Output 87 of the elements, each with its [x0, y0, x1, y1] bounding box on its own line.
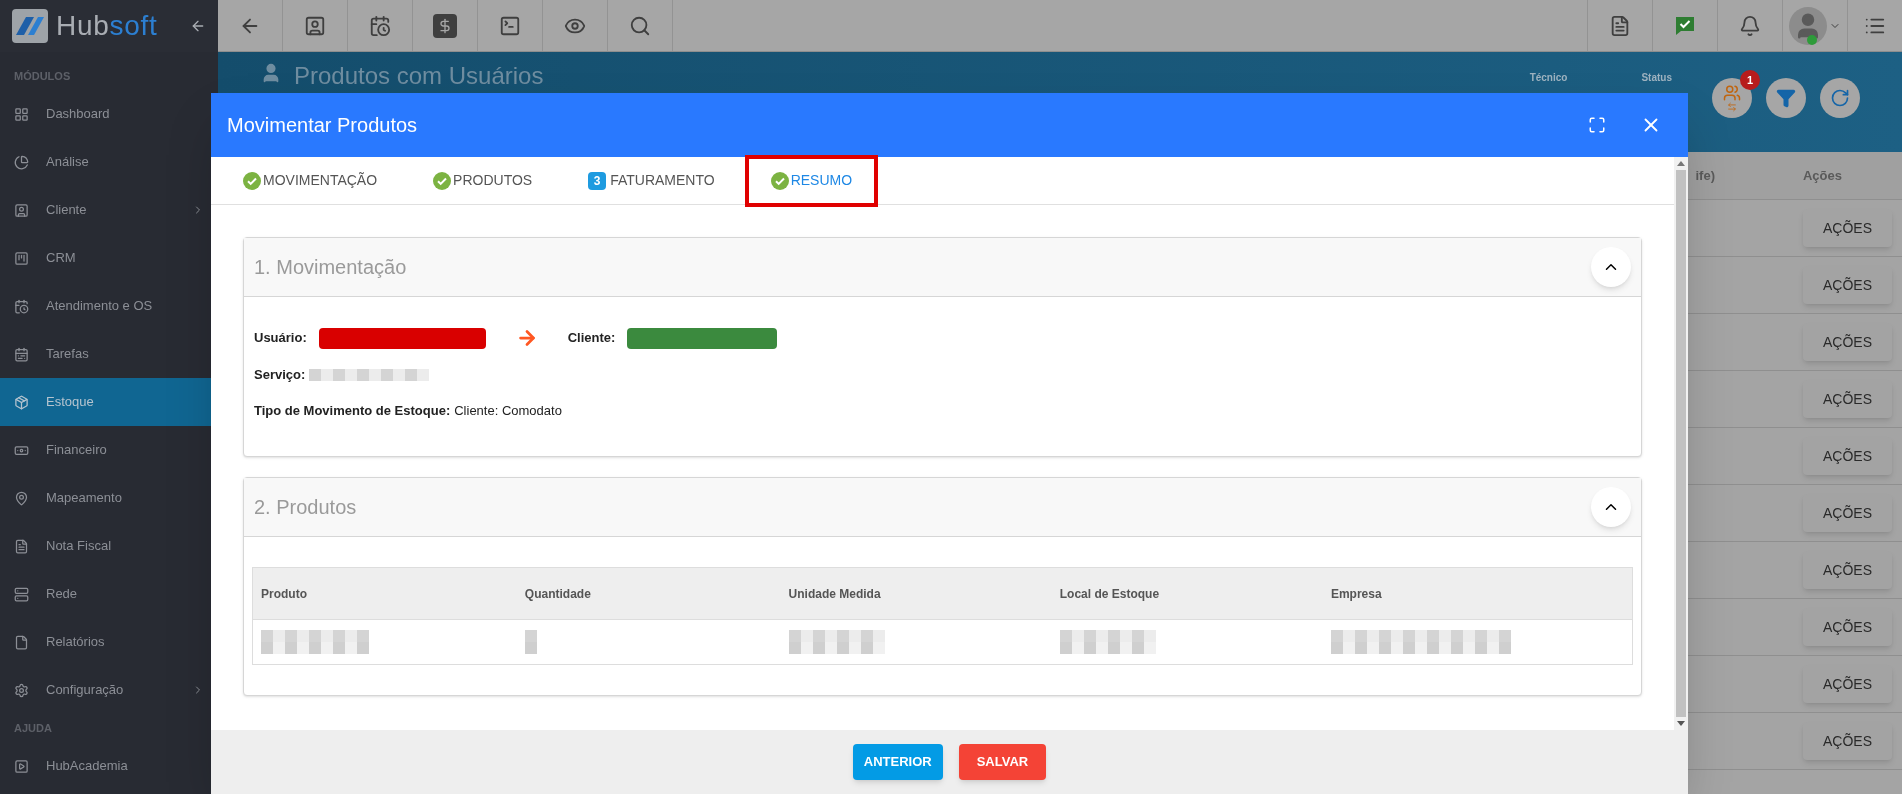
field-label: Usuário: — [254, 329, 307, 348]
filter-label: Técnico — [1529, 71, 1568, 85]
actions-button[interactable]: AÇÕES — [1803, 722, 1892, 760]
refresh-icon — [1830, 88, 1850, 108]
check-circle-icon — [770, 171, 789, 190]
sidebar-item-icon — [14, 106, 29, 122]
sidebar-item[interactable]: CRM — [0, 234, 218, 282]
actions-button[interactable]: AÇÕES — [1803, 380, 1892, 418]
column-header: Ações — [1802, 166, 1842, 185]
contact-icon — [304, 14, 326, 37]
field-label: Tipo de Movimento de Estoque: — [254, 401, 451, 420]
calendar-clock-icon — [369, 14, 391, 37]
avatar — [1789, 6, 1827, 45]
sidebar-item[interactable]: Dashboard — [0, 90, 218, 138]
actions-button[interactable]: AÇÕES — [1803, 209, 1892, 247]
dollar-icon — [433, 13, 457, 38]
sidebar-item[interactable]: Configuração — [0, 666, 218, 714]
actions-button[interactable]: AÇÕES — [1803, 266, 1892, 304]
field-value: Cliente: Comodato — [454, 401, 562, 420]
fullscreen-icon[interactable] — [1588, 116, 1606, 134]
sidebar-item-icon — [14, 346, 29, 362]
scroll-up-icon[interactable] — [1677, 161, 1685, 166]
logo-text: Hubsoft — [56, 12, 158, 40]
sidebar-item-icon — [14, 634, 29, 650]
sidebar-item[interactable]: Tarefas — [0, 330, 218, 378]
actions-button[interactable]: AÇÕES — [1803, 551, 1892, 589]
column-header: Local de Estoque — [1059, 585, 1161, 603]
sidebar-item[interactable]: Atendimento e OS — [0, 282, 218, 330]
sidebar-item-icon — [14, 250, 29, 266]
sidebar-item-icon — [14, 394, 29, 410]
filter-label: Status — [1641, 71, 1672, 85]
sidebar-item[interactable]: Análise — [0, 138, 218, 186]
filter-button[interactable] — [1766, 78, 1806, 118]
filter-icon — [1776, 88, 1796, 108]
search-icon — [629, 14, 651, 37]
bell-icon — [1739, 14, 1761, 37]
sidebar-item[interactable]: Cliente — [0, 186, 218, 234]
sidebar-item-icon — [14, 538, 29, 554]
check-circle-icon — [433, 171, 452, 190]
sidebar-item[interactable]: Relatórios — [0, 618, 218, 666]
page-title: Produtos com Usuários — [294, 61, 544, 91]
sidebar-item-icon — [14, 154, 29, 170]
field-label: Cliente: — [567, 329, 616, 348]
step-tab[interactable]: RESUMO — [744, 154, 879, 207]
actions-button[interactable]: AÇÕES — [1803, 665, 1892, 703]
sidebar-item[interactable]: Nota Fiscal — [0, 522, 218, 570]
refresh-button[interactable] — [1820, 78, 1860, 118]
step-number: 3 — [588, 171, 607, 190]
step-tab[interactable]: 3 FATURAMENTO — [562, 154, 741, 207]
sidebar-item-icon — [14, 758, 29, 774]
column-header: Quantidade — [524, 585, 592, 603]
previous-button[interactable]: ANTERIOR — [852, 744, 943, 780]
modal-title: Movimentar Produtos — [227, 113, 419, 138]
section-title: 1. Movimentação — [254, 255, 407, 280]
sidebar-item-icon — [14, 202, 29, 218]
users-transfer-icon — [1723, 84, 1741, 112]
sidebar-item-icon — [14, 490, 29, 506]
field-label: Serviço: — [254, 366, 306, 384]
redacted-text — [524, 630, 537, 654]
check-circle-icon — [243, 171, 261, 190]
section-title: 2. Produtos — [254, 495, 357, 520]
sidebar-item[interactable]: Financeiro — [0, 426, 218, 474]
actions-button[interactable]: AÇÕES — [1803, 494, 1892, 532]
notification-badge: 1 — [1740, 70, 1760, 90]
pdf-icon — [1609, 14, 1631, 37]
save-button[interactable]: SALVAR — [958, 744, 1047, 780]
sidebar-item[interactable]: Rede — [0, 570, 218, 618]
terminal-icon — [499, 14, 521, 37]
scrollbar[interactable] — [1674, 157, 1688, 730]
actions-button[interactable]: AÇÕES — [1803, 608, 1892, 646]
logo-icon — [12, 9, 48, 43]
sidebar-item[interactable]: Mapeamento — [0, 474, 218, 522]
collapse-sidebar-icon[interactable] — [190, 18, 206, 34]
actions-button[interactable]: AÇÕES — [1803, 323, 1892, 361]
sidebar-item-icon — [14, 586, 29, 602]
column-header: Unidade Medida — [788, 585, 882, 603]
actions-button[interactable]: AÇÕES — [1803, 437, 1892, 475]
column-header: ife) — [1695, 166, 1715, 185]
column-header: Empresa — [1330, 585, 1383, 603]
transfer-users-button[interactable] — [1712, 78, 1752, 118]
column-header: Produto — [261, 585, 308, 603]
step-tab[interactable]: PRODUTOS — [407, 154, 559, 207]
scroll-down-icon[interactable] — [1677, 721, 1685, 726]
step-tab[interactable]: MOVIMENTAÇÃO — [239, 154, 404, 207]
sidebar-item[interactable]: HubAcademia — [0, 742, 218, 790]
sidebar-item-icon — [14, 298, 29, 314]
sidebar-item-icon — [14, 682, 29, 698]
